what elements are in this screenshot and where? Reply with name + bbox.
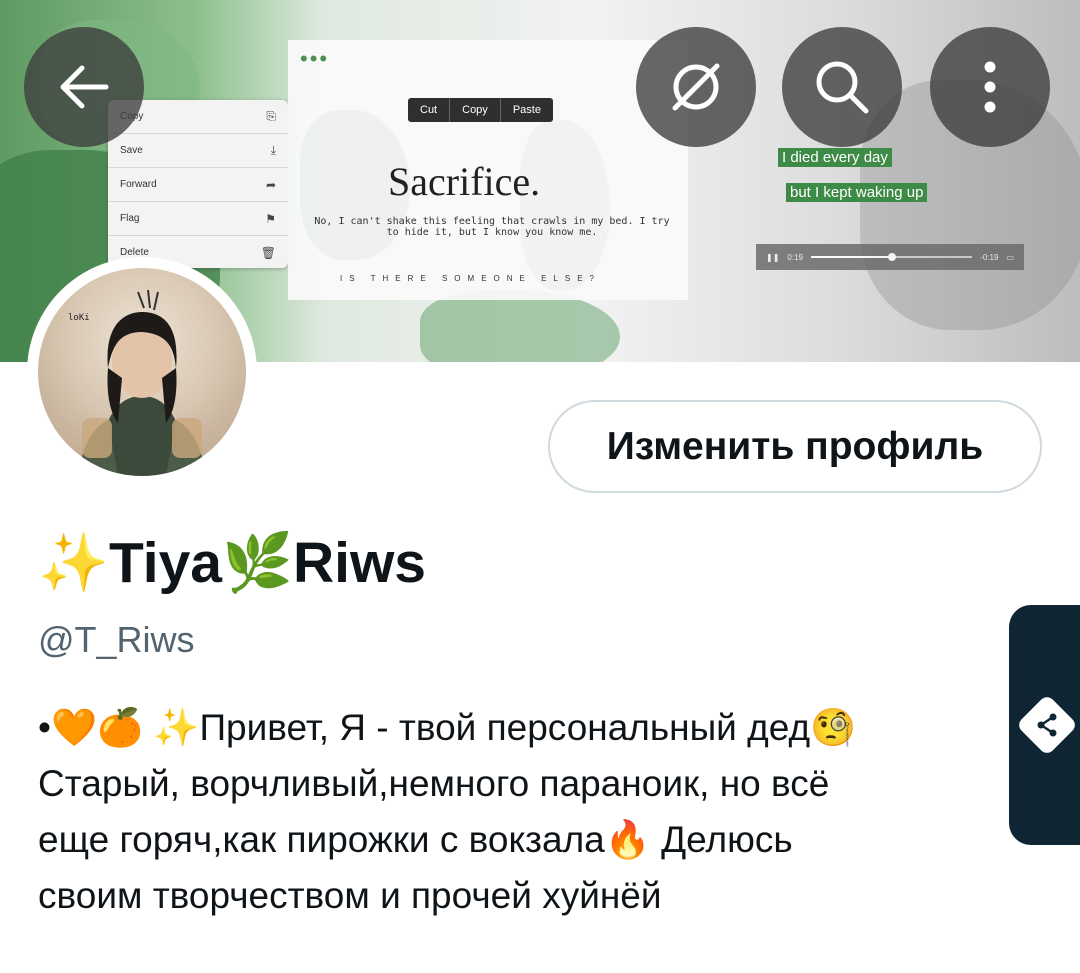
display-name: ✨Tiya🌿Riws [38,531,427,595]
banner-menu-item: Save ⤓ [108,134,288,168]
player-time-remaining: -0:19 [980,252,999,262]
avatar[interactable]: loKi [38,268,246,476]
more-vertical-icon [984,61,996,113]
banner-lyric: but I kept waking up [786,183,928,202]
banner-context-menu: Copy ⎘ Save ⤓ Forward ➦ Flag ⚑ Delete 🗑 [108,100,288,268]
user-handle: @T_Riws [38,619,195,660]
edit-profile-button[interactable]: Изменить профиль [548,400,1042,493]
player-knob [887,253,896,261]
trash-icon: 🗑 [260,245,276,260]
no-link-button[interactable] [636,27,756,147]
player-time-elapsed: 0:19 [787,252,803,262]
share-nodes-icon [1037,713,1057,737]
window-dots-icon: ••• [300,46,330,71]
banner-decoration [420,290,620,362]
floating-side-tab[interactable] [1009,605,1080,845]
search-icon [816,61,869,114]
banner-tagline: IS THERE SOMEONE ELSE? [340,274,601,283]
download-icon: ⤓ [270,143,276,157]
airplay-icon: ▭ [1006,252,1014,262]
copy-icon: ⎘ [266,109,276,123]
svg-text:loKi: loKi [68,313,90,323]
profile-bio: •🧡🍊 ✨Привет, Я - твой персональный дед🧐 … [38,707,857,916]
banner-headline: Sacrifice. [388,159,541,204]
forward-icon: ➦ [265,177,276,192]
more-options-button[interactable] [930,27,1050,147]
banner-editor-card: ••• Cut Copy Paste Sacrifice. No, I can'… [288,40,688,300]
back-button[interactable] [24,27,144,147]
player-track [810,253,973,261]
banner-media-player: ❚❚ 0:19 -0:19 ▭ [756,244,1024,270]
link-off-icon [672,63,720,111]
banner-menu-item: Flag ⚑ [108,202,288,236]
avatar-image: loKi [68,289,206,476]
pause-icon: ❚❚ [766,252,780,262]
search-button[interactable] [782,27,902,147]
arrow-left-icon [60,65,109,109]
flag-icon: ⚑ [265,211,276,226]
banner-subtitle: No, I can't shake this feeling that craw… [314,216,670,238]
banner-menu-item: Forward ➦ [108,168,288,202]
banner-edit-bar: Cut Copy Paste [408,98,553,122]
banner-lyric: I died every day [778,148,892,167]
player-progress-fill [810,256,892,258]
